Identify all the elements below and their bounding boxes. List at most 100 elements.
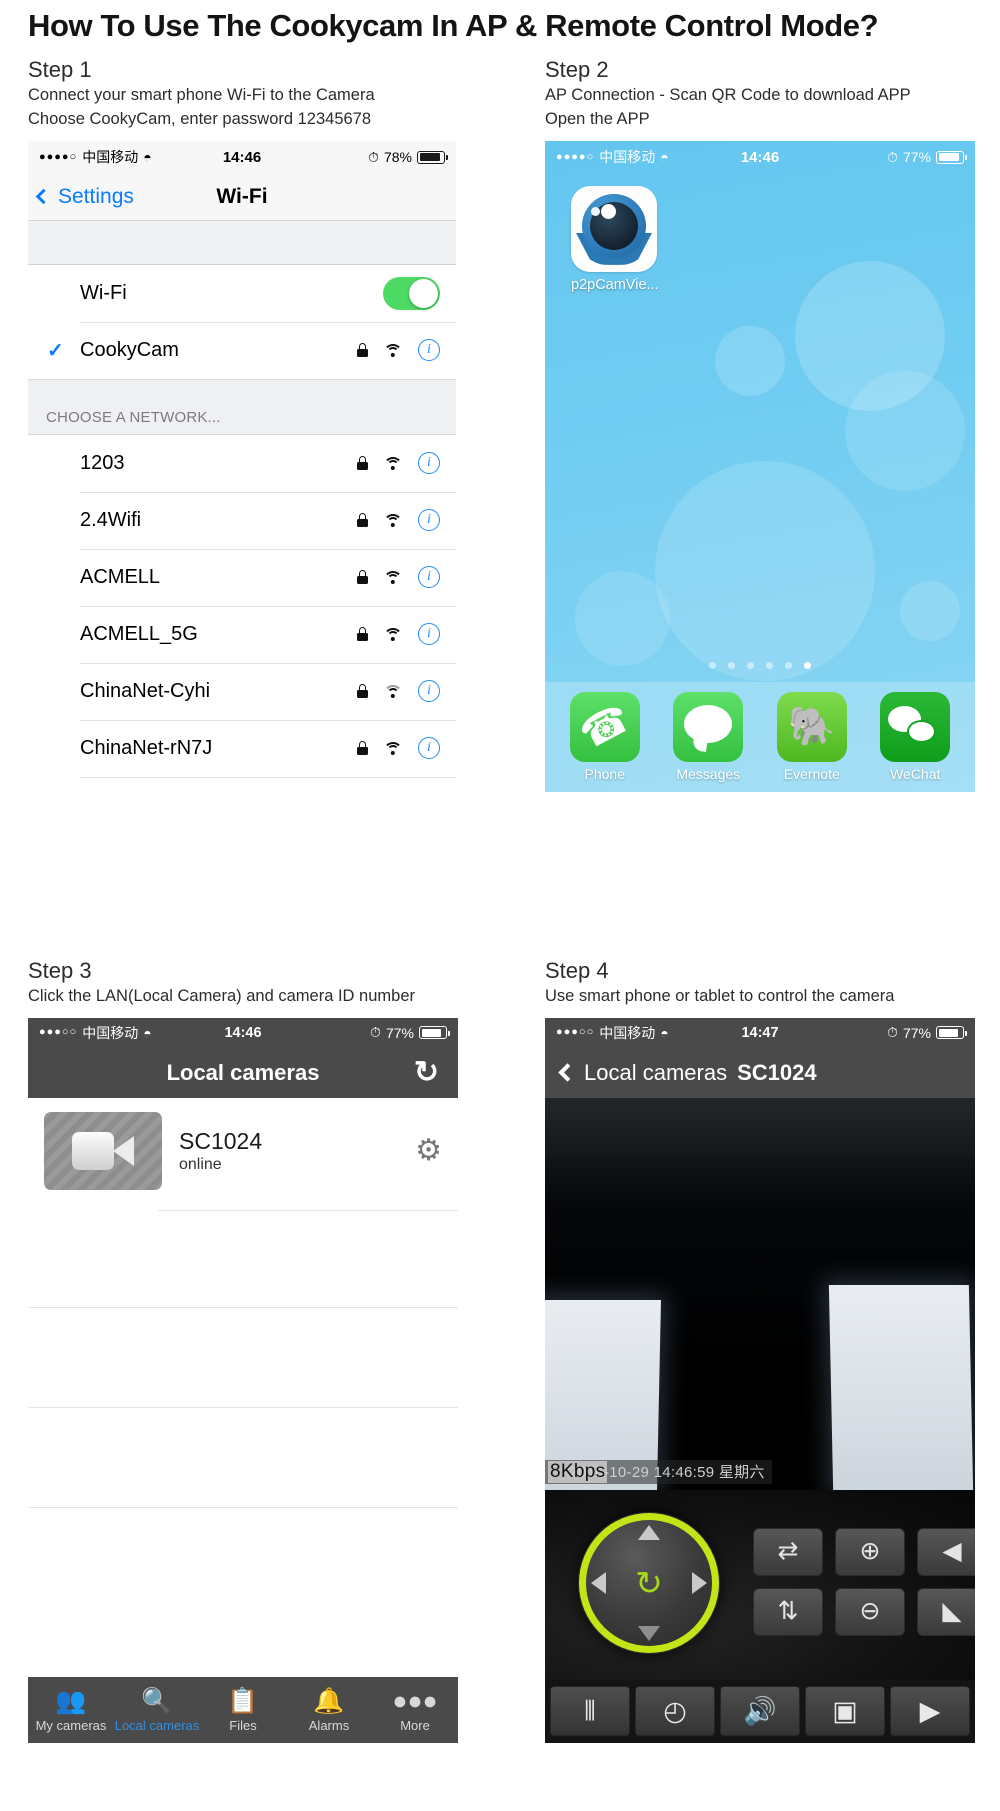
list-divider [28, 1406, 458, 1408]
network-row-24wifi[interactable]: 2.4Wifi i [28, 491, 456, 549]
step-2-line-1: AP Connection - Scan QR Code to download… [545, 85, 911, 104]
lock-icon [357, 741, 368, 756]
snapshot-icon[interactable]: ▣ [805, 1686, 885, 1737]
refresh-icon[interactable]: ↻ [414, 1057, 439, 1088]
flip-vertical-icon[interactable]: ◀ [917, 1527, 975, 1576]
network-row-1203[interactable]: 1203 i [28, 434, 456, 492]
message-bubble-icon [673, 691, 744, 762]
horizontal-cruise-icon[interactable]: ⇄ [753, 1527, 823, 1576]
back-label[interactable]: Local cameras [584, 1060, 727, 1086]
step-4-label: Step 4 [545, 958, 609, 983]
nav-title: SC1024 [737, 1059, 817, 1085]
chevron-left-icon[interactable] [558, 1063, 577, 1083]
record-video-icon[interactable]: ▶ [890, 1686, 970, 1737]
zoom-out-icon[interactable]: ⊖ [835, 1587, 905, 1636]
lock-icon [357, 456, 368, 471]
network-row-chinanet-cyhi[interactable]: ChinaNet-Cyhi i [28, 662, 456, 720]
speaker-icon[interactable]: 🔊 [720, 1686, 800, 1737]
lock-icon [357, 343, 368, 358]
info-icon[interactable]: i [418, 737, 440, 760]
nav-bar: Settings Wi-Fi [28, 173, 456, 221]
battery-icon [419, 1026, 450, 1040]
status-time: 14:46 [224, 1024, 262, 1041]
dock-item-evernote[interactable]: 🐘 Evernote [768, 691, 856, 782]
battery-icon [936, 1026, 967, 1040]
mirror-icon[interactable]: ◣ [917, 1587, 975, 1636]
dock-label: WeChat [890, 765, 941, 782]
zoom-in-icon[interactable]: ⊕ [835, 1527, 905, 1576]
battery-percent: 78% [383, 149, 412, 166]
back-button[interactable]: Settings [35, 184, 134, 209]
network-row-chinanet-rn7j[interactable]: ChinaNet-rN7J i [28, 719, 456, 777]
camera-list-item[interactable]: SC1024 online ⚙ [28, 1098, 458, 1190]
ios-status-bar: ●●●●○ 中国移动 ◓ 14:46 ⏱ 78% [28, 140, 456, 174]
carrier-label: 中国移动 [599, 149, 656, 166]
battery-icon [936, 150, 967, 164]
refresh-preset-icon[interactable]: ↻ [635, 1566, 663, 1599]
pan-right-button[interactable] [692, 1571, 707, 1594]
wifi-signal-icon [383, 513, 403, 528]
info-icon[interactable]: i [418, 680, 440, 703]
speed-gauge-icon[interactable]: ◴ [635, 1686, 715, 1737]
phone-icon: ☎ [569, 691, 640, 762]
gear-icon[interactable]: ⚙ [415, 1135, 442, 1166]
network-row-tp-link-9a11[interactable]: TP-LINK_9A11 i [28, 776, 456, 792]
status-right: ⏱ 78% [368, 149, 448, 166]
settings-sliders-icon[interactable]: ⦀ [550, 1686, 630, 1737]
info-icon[interactable]: i [418, 566, 440, 589]
pan-up-button[interactable] [638, 1524, 660, 1540]
wifi-signal-icon [383, 684, 403, 699]
home-dock: ☎ Phone Messages 🐘 Evernote WeChat [545, 681, 975, 792]
back-label: Settings [58, 184, 134, 208]
camera-lens-icon [571, 185, 657, 272]
sidebar-item-local-cameras[interactable]: 🔍 Local cameras [114, 1687, 200, 1733]
dock-label: Evernote [783, 765, 840, 782]
signal-dots: ●●●●○ [556, 150, 595, 163]
camera-status: online [179, 1155, 222, 1173]
info-icon[interactable]: i [418, 339, 440, 362]
bell-icon: 🔔 [313, 1687, 345, 1716]
wifi-toggle-row[interactable]: Wi-Fi [28, 264, 456, 322]
network-ssid: ChinaNet-Cyhi [80, 679, 211, 702]
network-row-acmell[interactable]: ACMELL i [28, 548, 456, 606]
wifi-signal-icon [383, 343, 403, 358]
dock-item-wechat[interactable]: WeChat [871, 691, 959, 782]
ceiling-band [545, 1097, 975, 1156]
pan-left-button[interactable] [591, 1571, 606, 1594]
status-wifi-icon: ◓ [143, 149, 152, 166]
lock-icon [357, 570, 368, 585]
step-1-line-1: Connect your smart phone Wi-Fi to the Ca… [28, 85, 375, 104]
network-row-acmell-5g[interactable]: ACMELL_5G i [28, 605, 456, 663]
dock-item-phone[interactable]: ☎ Phone [561, 691, 649, 782]
ptz-dpad[interactable]: ↻ [578, 1511, 720, 1654]
vertical-cruise-icon[interactable]: ⇅ [753, 1587, 823, 1636]
info-icon[interactable]: i [418, 452, 440, 475]
tab-label: More [400, 1717, 430, 1733]
page-indicator-dots [545, 661, 975, 669]
phone-screenshot-local-cameras: ●●●○○ 中国移动 ◓ 14:46 ⏱ 77% Local cameras ↻ [28, 1017, 458, 1743]
people-icon: 👥 [55, 1687, 87, 1716]
step-4-block: Step 4 Use smart phone or tablet to cont… [545, 958, 975, 1743]
app-label: p2pCamVie... [571, 276, 659, 293]
info-icon[interactable]: i [418, 509, 440, 532]
step-3-block: Step 3 Click the LAN(Local Camera) and c… [28, 958, 458, 1743]
sidebar-item-files[interactable]: 📋 Files [200, 1687, 286, 1733]
alarm-clock-icon: ⏱ [887, 148, 898, 165]
sidebar-item-my-cameras[interactable]: 👥 My cameras [28, 1687, 114, 1733]
wifi-signal-icon [383, 570, 403, 585]
connected-network-row[interactable]: ✓ CookyCam i [28, 321, 456, 379]
live-video-feed[interactable]: 8Kbps 2016-10-29 14:46:59 星期六 [545, 1097, 975, 1490]
pan-down-button[interactable] [638, 1625, 660, 1641]
ellipsis-circle-icon: ●●● [392, 1687, 438, 1716]
app-shortcut-p2pcamviewer[interactable]: p2pCamVie... [571, 185, 659, 293]
clipboard-icon: 📋 [227, 1687, 259, 1716]
sidebar-item-alarms[interactable]: 🔔 Alarms [286, 1687, 372, 1733]
connected-ssid: CookyCam [80, 338, 179, 361]
dock-item-messages[interactable]: Messages [664, 691, 752, 782]
wifi-switch[interactable] [383, 276, 440, 310]
tab-label: Files [229, 1717, 257, 1733]
sidebar-item-more[interactable]: ●●● More [372, 1687, 458, 1733]
info-icon[interactable]: i [418, 623, 440, 646]
infographic-page: How To Use The Cookycam In AP & Remote C… [0, 0, 1000, 1811]
battery-percent: 77% [902, 149, 931, 166]
